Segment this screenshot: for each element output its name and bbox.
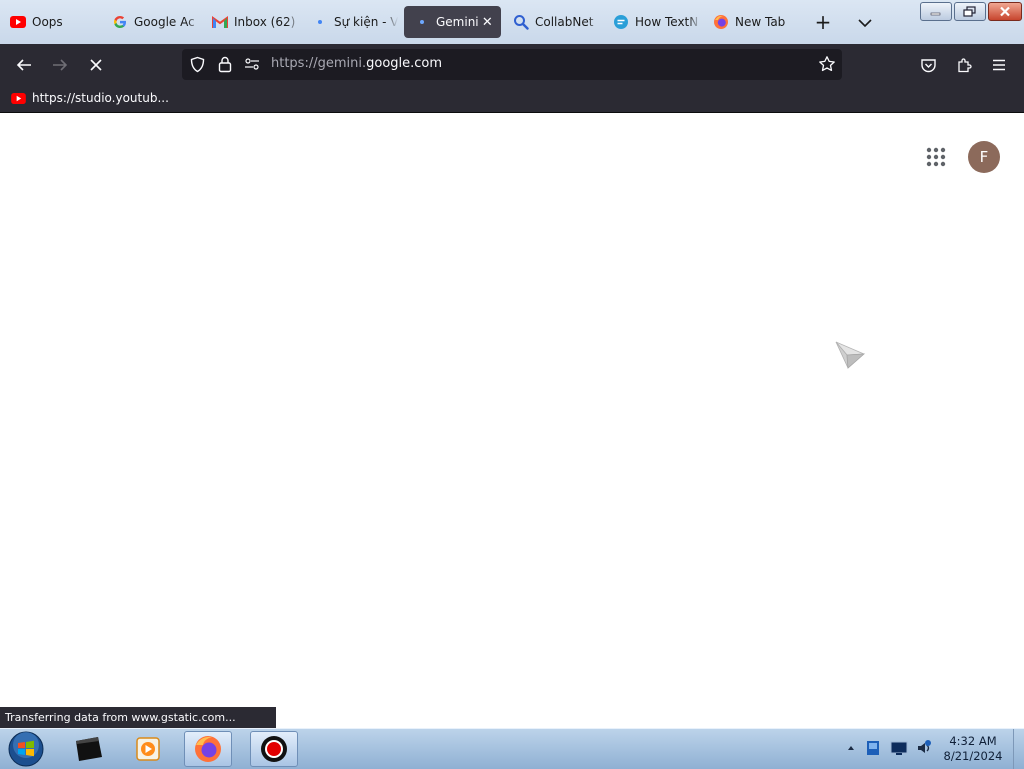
- tab-title: How TextN: [635, 15, 699, 29]
- taskbar-app-media-player[interactable]: [124, 731, 172, 767]
- google-apps-button[interactable]: [922, 143, 950, 171]
- gemini-icon: [414, 14, 430, 30]
- media-player-icon: [136, 737, 160, 761]
- tab-su-kien[interactable]: Sự kiện - V: [302, 6, 398, 38]
- tab-title: Gemini: [436, 15, 478, 29]
- close-tab-icon[interactable]: ✕: [478, 15, 497, 30]
- youtube-icon: [10, 90, 26, 106]
- bookmarks-toolbar: https://studio.youtub...: [0, 85, 1024, 113]
- pocket-button[interactable]: [915, 52, 941, 78]
- forward-button[interactable]: [47, 52, 73, 78]
- system-tray: [846, 739, 934, 757]
- clock-time: 4:32 AM: [949, 734, 997, 748]
- tab-title: Sự kiện - V: [334, 15, 398, 29]
- firefox-icon: [713, 14, 729, 30]
- black-box-app-icon: [76, 737, 102, 761]
- tab-title: Google Ac: [134, 15, 195, 29]
- volume-icon[interactable]: [916, 739, 934, 757]
- list-all-tabs-button[interactable]: [854, 12, 876, 34]
- new-tab-button[interactable]: +: [812, 12, 834, 34]
- address-bar[interactable]: https://gemini.google.com: [182, 49, 842, 80]
- search-icon: [513, 14, 529, 30]
- pocket-icon: [920, 58, 936, 72]
- chat-icon: [613, 14, 629, 30]
- tab-youtube-oops[interactable]: Oops: [0, 6, 100, 38]
- tracking-protection-shield-icon[interactable]: [189, 56, 206, 73]
- show-hidden-icons-icon[interactable]: [846, 743, 856, 753]
- chevron-down-icon: [858, 19, 872, 28]
- taskbar-app-terminal[interactable]: [64, 731, 112, 767]
- restore-window-button[interactable]: [954, 2, 986, 21]
- close-window-button[interactable]: [988, 2, 1022, 21]
- taskbar-app-firefox[interactable]: [184, 731, 232, 767]
- taskbar-clock[interactable]: 4:32 AM 8/21/2024: [938, 734, 1008, 764]
- record-icon: [261, 736, 287, 762]
- back-button[interactable]: [11, 52, 37, 78]
- extensions-button[interactable]: [951, 52, 977, 78]
- app-menu-button[interactable]: [986, 52, 1012, 78]
- start-button[interactable]: [6, 730, 46, 768]
- bookmark-youtube-studio[interactable]: https://studio.youtub...: [10, 90, 169, 106]
- stop-loading-button[interactable]: [83, 52, 109, 78]
- forward-arrow-icon: [53, 59, 68, 71]
- site-permissions-icon[interactable]: [244, 57, 260, 71]
- tab-gmail-inbox[interactable]: Inbox (62): [202, 6, 300, 38]
- navigation-toolbar: https://gemini.google.com: [0, 44, 1024, 85]
- tab-collabnet[interactable]: CollabNet: [503, 6, 601, 38]
- account-avatar[interactable]: F: [968, 141, 1000, 173]
- tab-strip: Oops Google Ac Inbox (62) Sự kiện - V Ge…: [0, 0, 1024, 44]
- calendar-dot-icon: [312, 14, 328, 30]
- windows-start-orb-icon: [8, 731, 44, 767]
- show-desktop-button[interactable]: [1013, 729, 1024, 769]
- window-controls: [920, 2, 1022, 21]
- bookmark-star-icon[interactable]: [818, 55, 836, 73]
- tab-title: Inbox (62): [234, 15, 296, 29]
- tab-new-tab[interactable]: New Tab: [703, 6, 803, 38]
- close-icon: [90, 59, 102, 71]
- back-arrow-icon: [16, 59, 31, 71]
- tab-title: CollabNet: [535, 15, 594, 29]
- action-center-flag-icon[interactable]: [864, 739, 882, 757]
- apps-grid-icon: [926, 147, 946, 167]
- hamburger-menu-icon: [993, 59, 1005, 71]
- tab-how-textn[interactable]: How TextN: [603, 6, 701, 38]
- gmail-icon: [212, 14, 228, 30]
- taskbar-app-recorder[interactable]: [250, 731, 298, 767]
- paper-plane-icon: [835, 341, 866, 369]
- tab-title: New Tab: [735, 15, 786, 29]
- web-page-content: F: [0, 113, 1024, 728]
- youtube-icon: [10, 14, 26, 30]
- google-icon: [112, 14, 128, 30]
- network-monitor-icon[interactable]: [890, 739, 908, 757]
- tab-title: Oops: [32, 15, 63, 29]
- puzzle-icon: [957, 57, 972, 72]
- clock-date: 8/21/2024: [943, 749, 1003, 763]
- url-text[interactable]: https://gemini.google.com: [271, 56, 442, 71]
- firefox-icon: [195, 736, 221, 762]
- lock-icon[interactable]: [217, 55, 233, 73]
- status-panel: Transferring data from www.gstatic.com..…: [0, 707, 276, 728]
- tab-google-account[interactable]: Google Ac: [102, 6, 200, 38]
- minimize-window-button[interactable]: [920, 2, 952, 21]
- tab-gemini[interactable]: Gemini ✕: [404, 6, 501, 38]
- windows-taskbar: 4:32 AM 8/21/2024: [0, 728, 1024, 769]
- bookmark-label: https://studio.youtub...: [32, 91, 169, 105]
